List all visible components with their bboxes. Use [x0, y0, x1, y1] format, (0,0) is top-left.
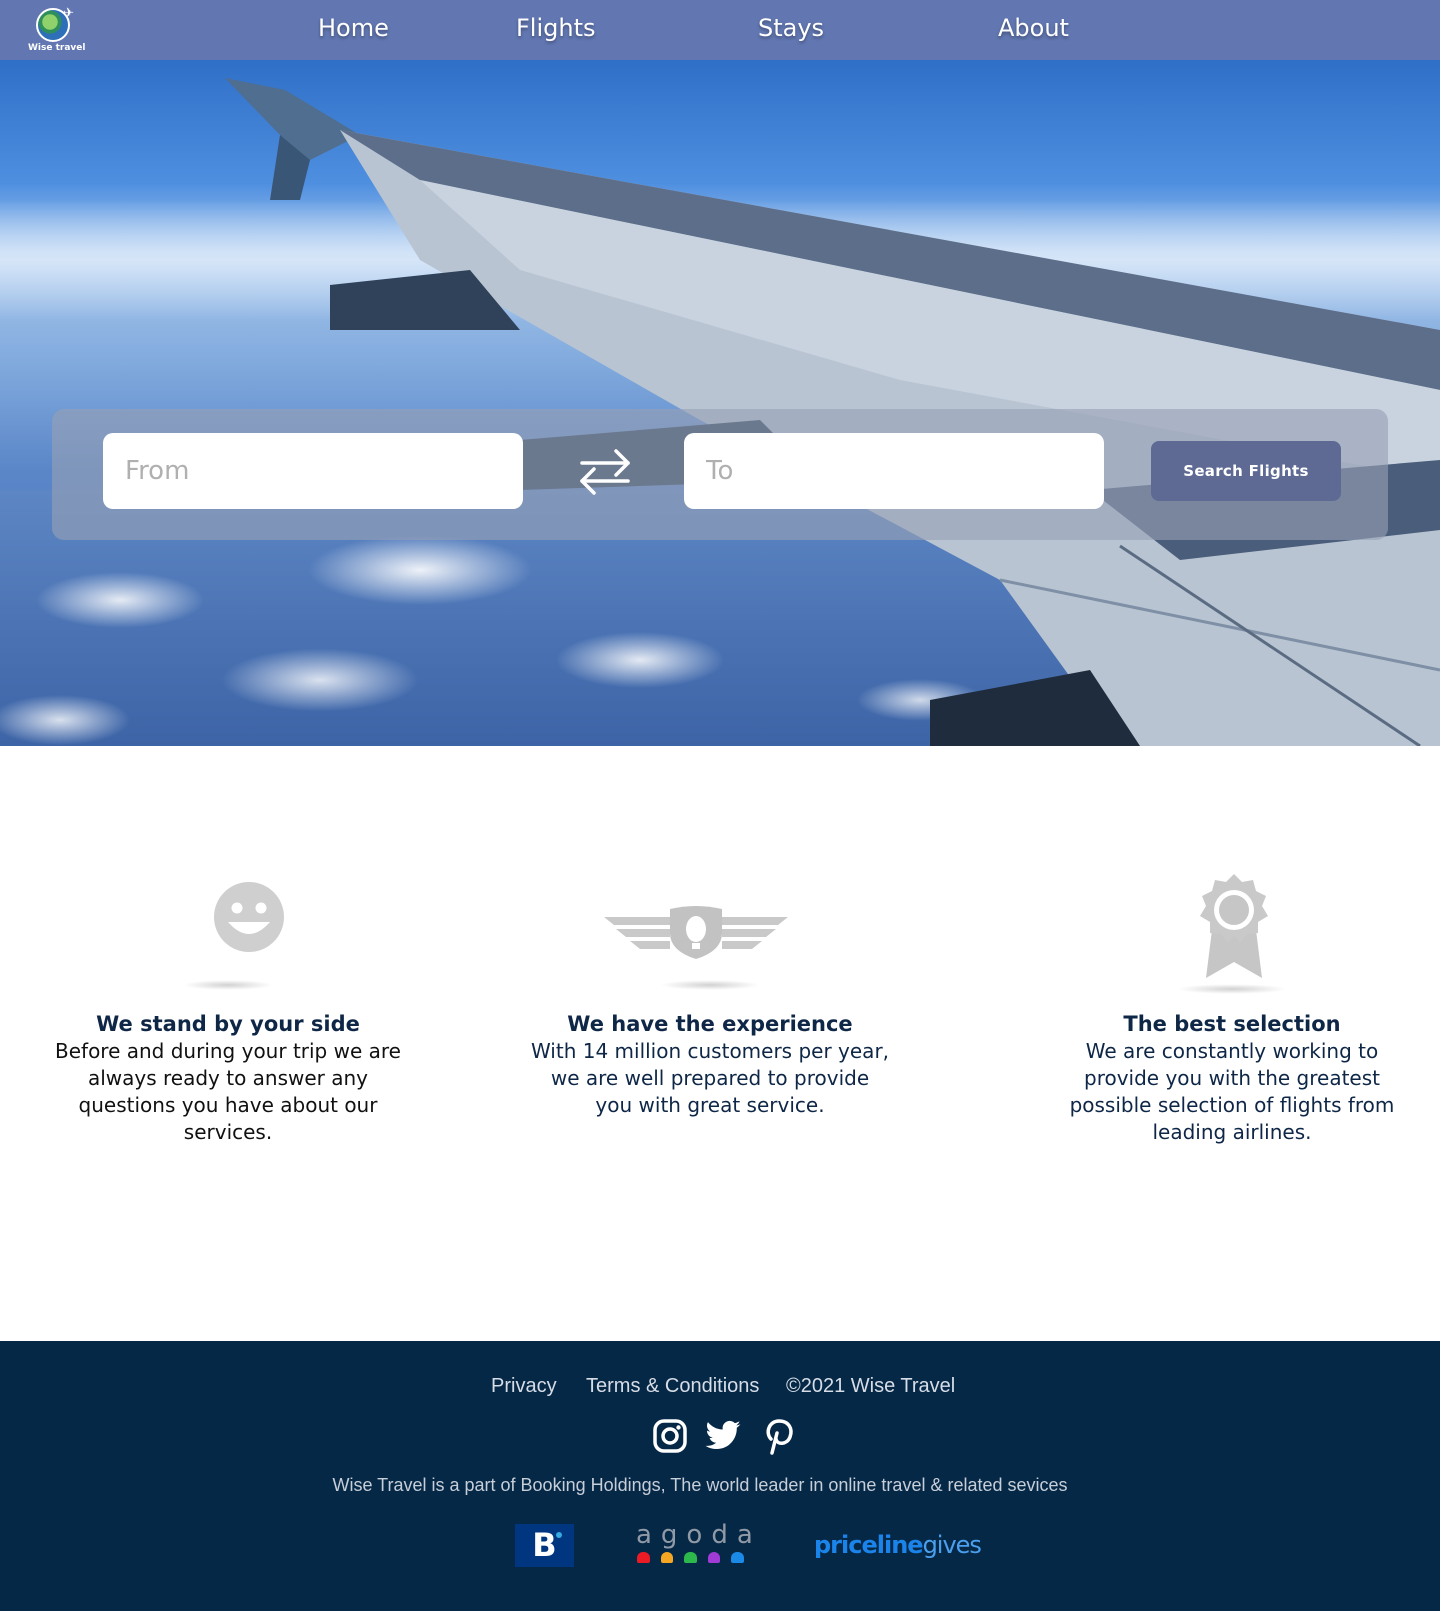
feature-title: We have the experience — [567, 1012, 853, 1036]
nav-stays[interactable]: Stays — [758, 14, 824, 42]
feature-description: With 14 million customers per year, we a… — [530, 1039, 890, 1117]
instagram-icon[interactable] — [651, 1417, 689, 1455]
agoda-logo[interactable]: agoda — [632, 1520, 762, 1574]
airplane-icon: ✈ — [63, 5, 74, 20]
booking-com-logo[interactable]: B — [515, 1524, 574, 1567]
feature-description: We are constantly working to provide you… — [1069, 1039, 1395, 1144]
site-footer: Privacy Terms & Conditions ©2021 Wise Tr… — [0, 1341, 1440, 1611]
booking-logo-dot — [556, 1532, 562, 1538]
feature-title: We stand by your side — [96, 1012, 360, 1036]
wise-travel-logo[interactable]: ✈ Wise travel — [28, 5, 85, 54]
icon-shadow — [1177, 984, 1287, 994]
nav-home[interactable]: Home — [318, 14, 389, 42]
hero-background-image: Search Flights — [0, 60, 1440, 746]
nav-flights[interactable]: Flights — [516, 14, 596, 42]
feature-selection: The best selection We are constantly wor… — [1052, 860, 1412, 1146]
icon-shadow — [660, 980, 760, 990]
from-input[interactable] — [103, 433, 523, 509]
search-flights-button[interactable]: Search Flights — [1151, 441, 1341, 501]
feature-support: We stand by your side Before and during … — [48, 860, 408, 1146]
smiley-icon — [214, 882, 284, 952]
logo-text: Wise travel — [28, 43, 86, 53]
pinterest-icon[interactable] — [759, 1417, 797, 1455]
award-ribbon-icon — [1200, 874, 1268, 978]
agoda-logo-text: agoda — [636, 1520, 762, 1550]
to-input[interactable] — [684, 433, 1104, 509]
airplane-wing-image — [225, 78, 1440, 746]
footer-about-text: Wise Travel is a part of Booking Holding… — [332, 1475, 1068, 1495]
winged-shield-icon — [604, 906, 788, 959]
swap-arrows-icon[interactable] — [574, 443, 636, 499]
flight-search-panel: Search Flights — [52, 409, 1388, 540]
privacy-link[interactable]: Privacy — [491, 1375, 557, 1398]
agoda-logo-dots — [632, 1552, 744, 1563]
booking-logo-letter: B — [532, 1526, 557, 1564]
copyright-text: ©2021 Wise Travel — [786, 1375, 956, 1397]
priceline-logo-text: priceline — [814, 1531, 924, 1559]
feature-experience: We have the experience With 14 million c… — [530, 860, 890, 1119]
icon-shadow — [183, 980, 273, 990]
top-navigation-bar: ✈ Wise travel Home Flights Stays About — [0, 0, 1440, 60]
gives-logo-text: gives — [922, 1531, 982, 1559]
twitter-icon[interactable] — [704, 1417, 742, 1455]
feature-title: The best selection — [1123, 1012, 1341, 1036]
priceline-gives-logo[interactable]: pricelinegives — [814, 1531, 982, 1559]
feature-description: Before and during your trip we are alway… — [55, 1039, 401, 1144]
terms-link[interactable]: Terms & Conditions — [586, 1375, 759, 1398]
nav-about[interactable]: About — [998, 14, 1069, 42]
